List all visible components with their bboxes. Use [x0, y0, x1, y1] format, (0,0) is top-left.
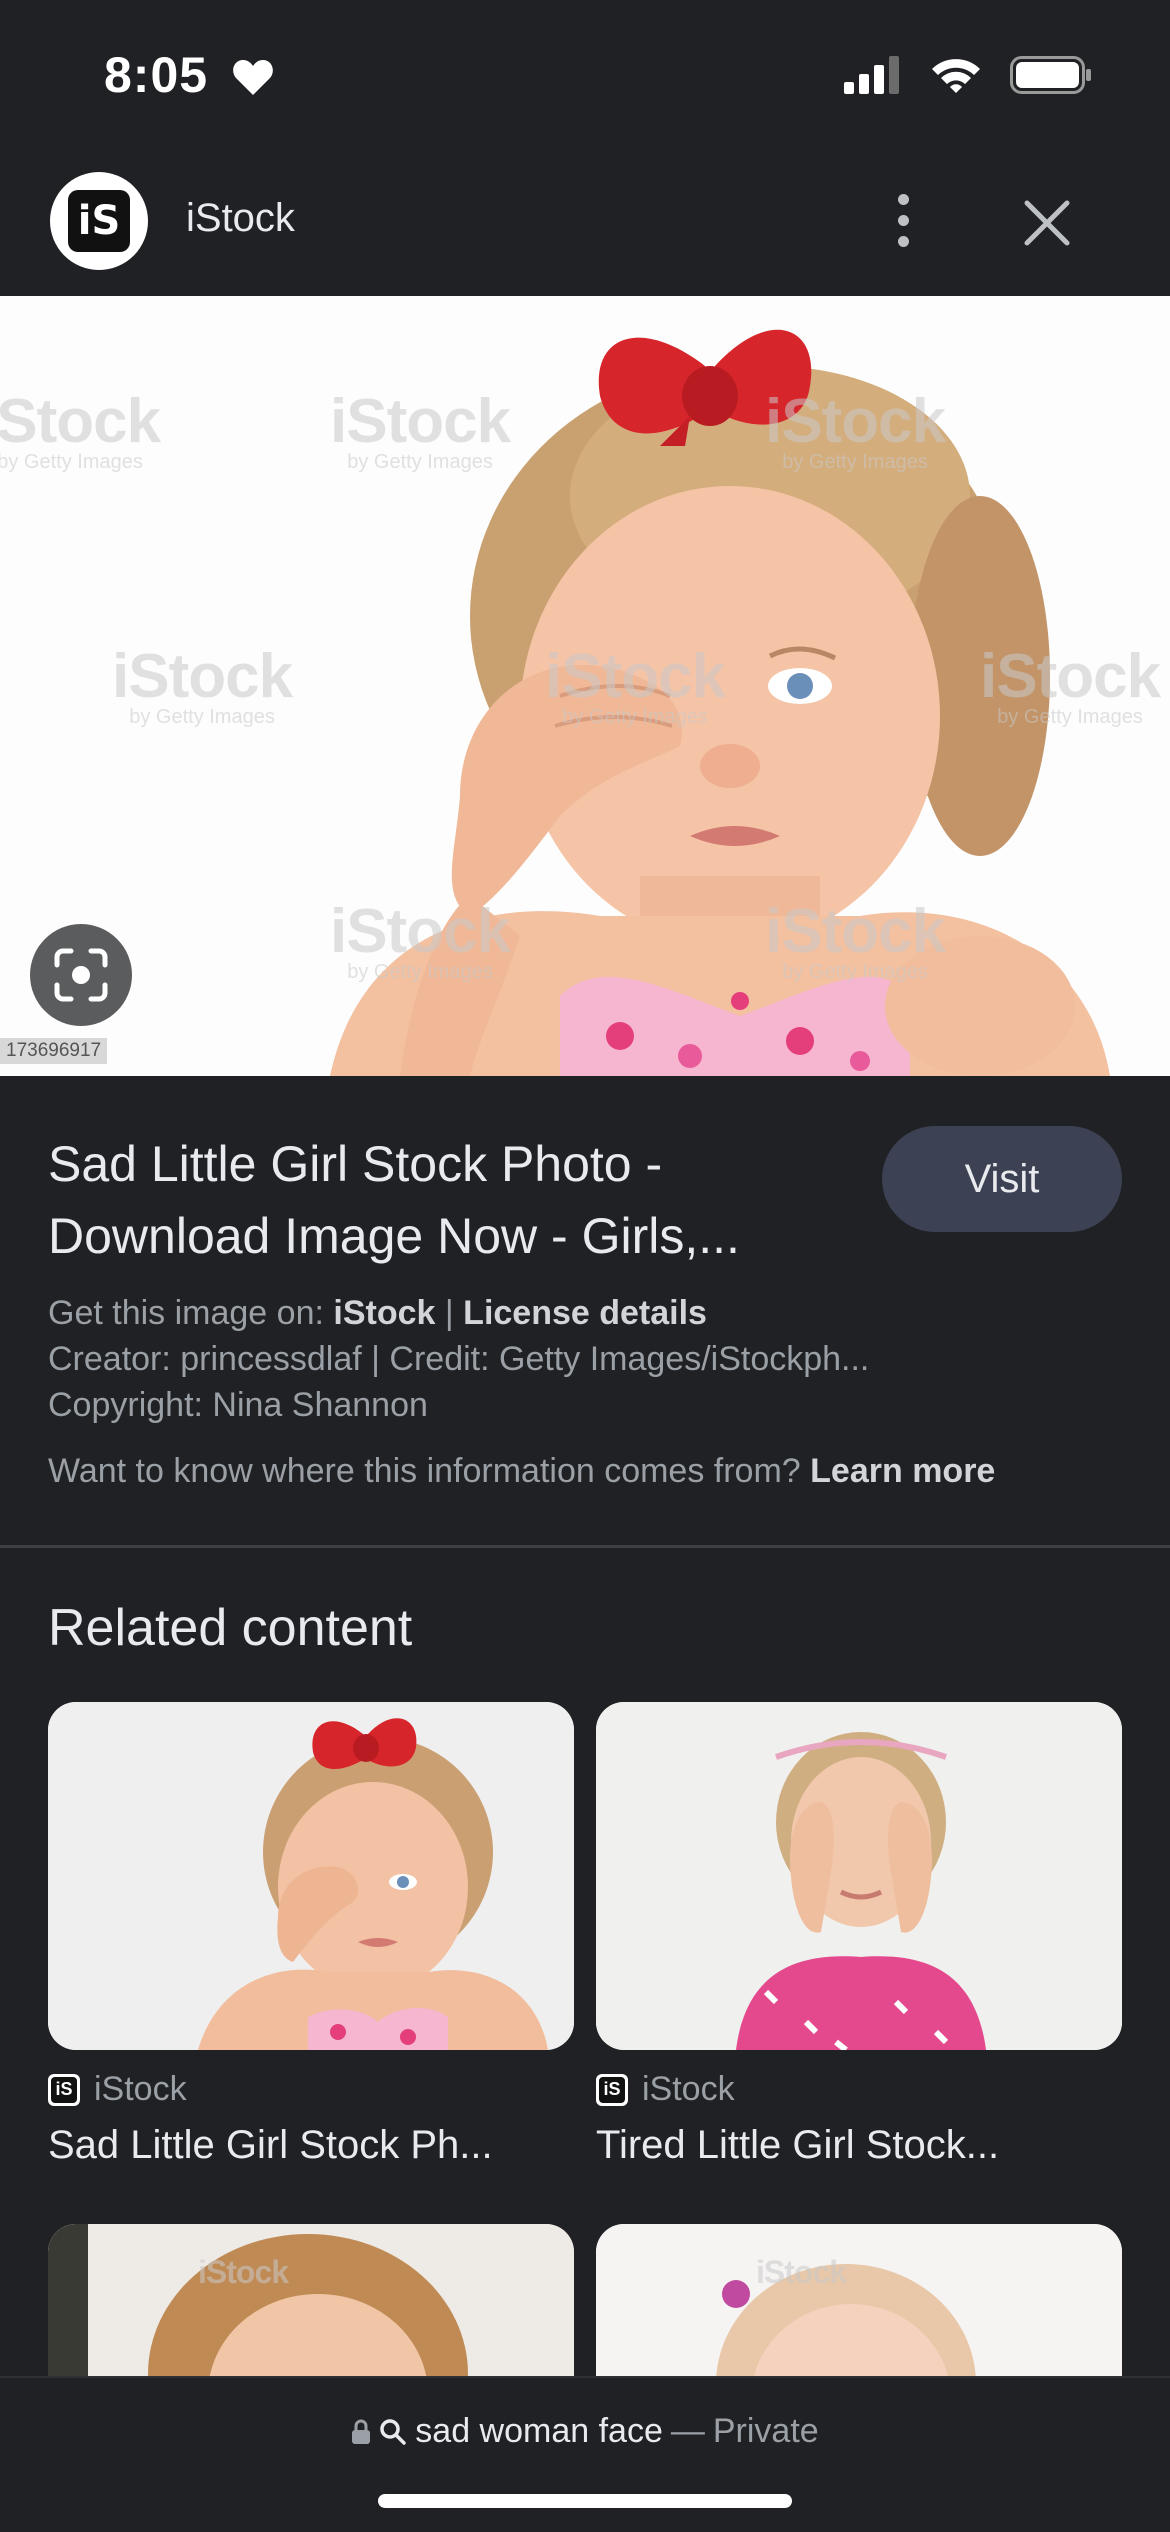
google-lens-button[interactable]	[30, 924, 132, 1026]
preview-image[interactable]: iStockby Getty Images iStockby Getty Ima…	[0, 296, 1170, 1076]
source-title: iStock	[186, 196, 295, 240]
status-indicators	[844, 56, 1092, 94]
get-image-line: Get this image on: iStock | License deta…	[48, 1294, 707, 1333]
related-card[interactable]: iS iStock Tired Little Girl Stock...	[596, 1702, 1122, 2168]
info-source-line: Want to know where this information come…	[48, 1452, 995, 1491]
bottom-address-bar[interactable]: sad woman face — Private	[0, 2376, 1170, 2532]
status-bar: 8:05	[0, 0, 1170, 150]
dot-icon	[897, 193, 909, 205]
related-thumbnail-partial[interactable]: iStock	[48, 2224, 574, 2384]
related-thumbnail[interactable]	[48, 1702, 574, 2050]
get-image-source-link[interactable]: iStock	[333, 1294, 435, 1332]
watermark: iStock	[756, 2254, 847, 2290]
learn-more-link[interactable]: Learn more	[810, 1452, 995, 1490]
related-source-name: iStock	[94, 2070, 187, 2108]
related-card[interactable]: iS iStock Sad Little Girl Stock Ph...	[48, 1702, 574, 2168]
result-title[interactable]: Sad Little Girl Stock Photo - Download I…	[48, 1128, 848, 1272]
related-content-heading: Related content	[48, 1599, 413, 1657]
app-header: iS iStock	[0, 150, 1170, 296]
girl-photo-thumbnail	[596, 1702, 1122, 2050]
divider	[0, 1545, 1170, 1548]
watermark: iStockby Getty Images	[765, 387, 946, 473]
copyright-line: Copyright: Nina Shannon	[48, 1386, 428, 1424]
related-thumbnail[interactable]	[596, 1702, 1122, 2050]
lens-icon	[54, 948, 108, 1002]
related-source: iS iStock	[596, 2070, 1122, 2109]
query-separator: —	[670, 2412, 705, 2450]
related-source-name: iStock	[642, 2070, 735, 2108]
separator: |	[444, 1294, 454, 1332]
home-indicator[interactable]	[378, 2494, 792, 2508]
private-mode-label: Private	[712, 2412, 819, 2450]
related-title[interactable]: Tired Little Girl Stock...	[596, 2123, 1122, 2168]
wifi-icon	[932, 59, 980, 93]
cellular-signal-icon	[844, 56, 899, 94]
image-id-label: 173696917	[0, 1038, 108, 1064]
girl-photo-thumbnail	[596, 2224, 1122, 2384]
istock-logo-icon: iS	[48, 2073, 80, 2106]
battery-icon	[1010, 56, 1091, 94]
status-time: 8:05	[104, 47, 209, 103]
close-icon[interactable]	[1010, 186, 1084, 260]
related-source: iS iStock	[48, 2070, 574, 2109]
watermark: iStockby Getty Images	[0, 387, 161, 473]
istock-logo[interactable]: iS	[50, 172, 148, 270]
related-title[interactable]: Sad Little Girl Stock Ph...	[48, 2123, 574, 2168]
more-options-button[interactable]	[878, 180, 928, 260]
girl-photo-thumbnail	[48, 1702, 574, 2050]
watermark: iStockby Getty Images	[330, 897, 511, 983]
watermark: iStockby Getty Images	[330, 387, 511, 473]
related-thumbnail-partial[interactable]: iStock	[596, 2224, 1122, 2384]
get-image-prefix: Get this image on:	[48, 1294, 324, 1332]
search-icon	[380, 2418, 407, 2445]
istock-logo-mark: iS	[68, 190, 130, 252]
search-query-text: sad woman face	[415, 2412, 663, 2450]
watermark: iStockby Getty Images	[765, 897, 946, 983]
info-source-text: Want to know where this information come…	[48, 1452, 801, 1490]
image-info-panel: Sad Little Girl Stock Photo - Download I…	[0, 1076, 1170, 1546]
watermark: iStockby Getty Images	[545, 642, 726, 728]
heart-icon	[233, 60, 273, 95]
watermark: iStockby Getty Images	[980, 642, 1161, 728]
girl-photo-thumbnail	[48, 2224, 574, 2384]
dot-icon	[897, 214, 909, 226]
creator-line: Creator: princessdlaf | Credit: Getty Im…	[48, 1340, 870, 1378]
watermark: iStock	[198, 2254, 289, 2290]
lock-icon	[352, 2419, 371, 2444]
dot-icon	[897, 235, 909, 247]
istock-logo-icon: iS	[596, 2073, 628, 2106]
visit-button[interactable]: Visit	[882, 1126, 1122, 1232]
license-details-link[interactable]: License details	[463, 1294, 707, 1332]
search-query-bar[interactable]: sad woman face — Private	[0, 2412, 1170, 2451]
watermark: iStockby Getty Images	[112, 642, 293, 728]
